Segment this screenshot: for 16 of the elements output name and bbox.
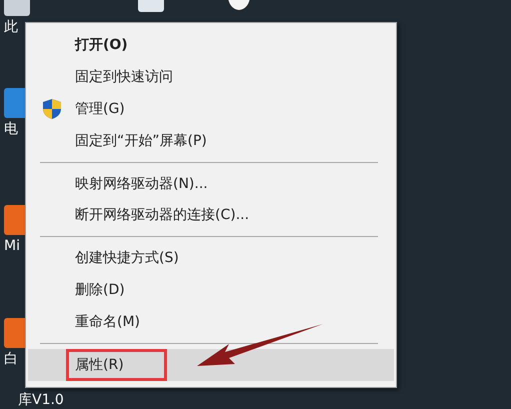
- menu-item[interactable]: 映射网络驱动器(N)...: [28, 168, 394, 200]
- menu-item[interactable]: 属性(R): [28, 349, 394, 382]
- menu-item[interactable]: 删除(D): [28, 274, 394, 306]
- icon-label: Mi: [4, 239, 20, 253]
- icon-label: 电: [4, 122, 18, 136]
- menu-item[interactable]: 打开(O): [28, 29, 394, 61]
- menu-item[interactable]: 固定到快速访问: [28, 60, 394, 93]
- menu-item[interactable]: 固定到“开始”屏幕(P): [28, 124, 394, 157]
- menu-item[interactable]: 管理(G): [28, 92, 394, 125]
- menu-item[interactable]: 重命名(M): [28, 306, 394, 338]
- icon-label: 白: [4, 352, 18, 366]
- menu-item[interactable]: 断开网络驱动器的连接(C)...: [28, 199, 394, 232]
- icon-label: 库V1.0: [18, 393, 64, 407]
- menu-item[interactable]: 创建快捷方式(S): [28, 242, 394, 274]
- icon-label: 此: [4, 20, 18, 34]
- shield-icon: [42, 98, 62, 120]
